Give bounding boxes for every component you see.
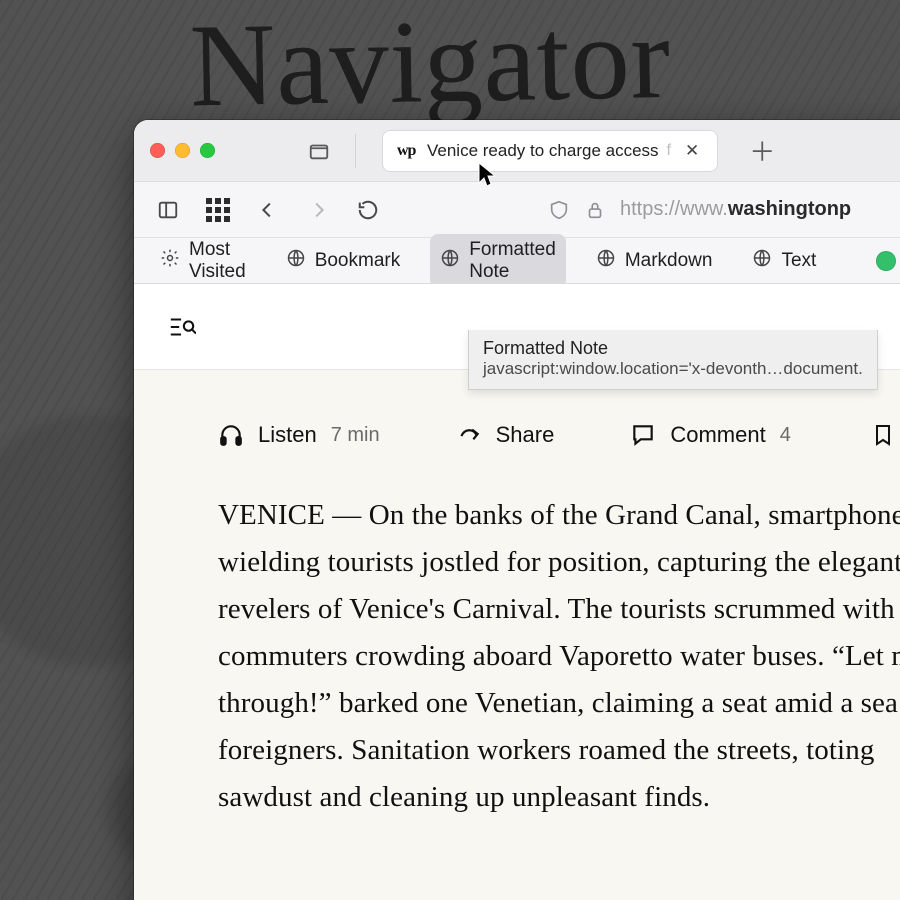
browser-window: wp Venice ready to charge access f ✕ ＋ h…	[134, 120, 900, 900]
bookmarklet-tooltip: Formatted Note javascript:window.locatio…	[468, 330, 878, 390]
window-zoom-button[interactable]	[200, 143, 215, 158]
navigation-bar: https://www.washingtonp	[134, 182, 900, 238]
bookmarks-bar: Most Visited Bookmark Formatted Note Mar…	[134, 238, 900, 284]
comment-button[interactable]: Comment 4	[630, 422, 790, 448]
tab-strip: wp Venice ready to charge access f ✕ ＋	[134, 120, 900, 182]
bookmark-item[interactable]: Text	[742, 243, 826, 279]
bookmark-label: Bookmark	[315, 250, 401, 272]
shield-icon	[548, 199, 570, 221]
url-host: washingtonp	[728, 198, 851, 220]
listen-button[interactable]: Listen 7 min	[218, 422, 380, 448]
globe-icon	[752, 248, 772, 274]
app-grid-button[interactable]	[196, 190, 240, 230]
tab-title-fade: f	[667, 142, 671, 160]
tab-title: Venice ready to charge access	[427, 141, 659, 161]
reader-search-button[interactable]	[168, 314, 196, 340]
article-actions: Listen 7 min Share Comment 4	[218, 422, 900, 448]
forward-button[interactable]	[296, 190, 340, 230]
tab-overview-button[interactable]	[305, 139, 333, 163]
globe-icon	[596, 248, 616, 274]
article-body: VENICE — On the banks of the Grand Canal…	[218, 492, 900, 821]
browser-tab[interactable]: wp Venice ready to charge access f ✕	[382, 130, 718, 172]
new-tab-button[interactable]: ＋	[746, 132, 778, 169]
listen-duration: 7 min	[331, 424, 380, 447]
globe-icon	[286, 248, 306, 274]
sidebar-toggle-button[interactable]	[146, 190, 190, 230]
bookmark-label: Most Visited	[189, 239, 246, 283]
comment-icon	[630, 422, 656, 448]
tab-close-button[interactable]: ✕	[681, 139, 703, 163]
window-close-button[interactable]	[150, 143, 165, 158]
share-icon	[456, 422, 482, 448]
share-label: Share	[496, 422, 555, 448]
bookmark-item-active[interactable]: Formatted Note	[430, 234, 566, 288]
window-controls	[150, 143, 215, 158]
lock-icon	[584, 199, 606, 221]
tooltip-subtitle: javascript:window.location='x-devonth…do…	[483, 359, 863, 379]
bookmark-item-app[interactable]: D	[866, 245, 900, 277]
share-button[interactable]: Share	[456, 422, 555, 448]
bookmark-label: Formatted Note	[469, 239, 556, 283]
bookmark-label: Text	[781, 250, 816, 272]
headphones-icon	[218, 422, 244, 448]
article-content: Listen 7 min Share Comment 4	[134, 370, 900, 900]
bookmark-item[interactable]: Bookmark	[276, 243, 411, 279]
comment-count: 4	[780, 424, 791, 447]
page-toolbar: Formatted Note javascript:window.locatio…	[134, 284, 900, 370]
save-button[interactable]	[871, 422, 895, 448]
address-bar[interactable]: https://www.washingtonp	[536, 191, 863, 229]
divider	[355, 134, 356, 168]
window-minimize-button[interactable]	[175, 143, 190, 158]
gear-icon	[160, 248, 180, 274]
favicon-icon: wp	[397, 142, 417, 160]
bookmark-label: Markdown	[625, 250, 713, 272]
back-button[interactable]	[246, 190, 290, 230]
wallpaper-title: Navigator	[189, 0, 672, 134]
app-badge-icon	[876, 251, 896, 271]
reload-button[interactable]	[346, 190, 390, 230]
url-scheme: https://	[620, 198, 680, 220]
bookmark-item[interactable]: Markdown	[586, 243, 723, 279]
globe-icon	[440, 248, 460, 274]
url-host-pre: www.	[680, 198, 728, 220]
comment-label: Comment	[670, 422, 765, 448]
bookmark-most-visited[interactable]: Most Visited	[150, 234, 256, 288]
bookmark-icon	[871, 422, 895, 448]
listen-label: Listen	[258, 422, 317, 448]
tooltip-title: Formatted Note	[483, 338, 863, 359]
